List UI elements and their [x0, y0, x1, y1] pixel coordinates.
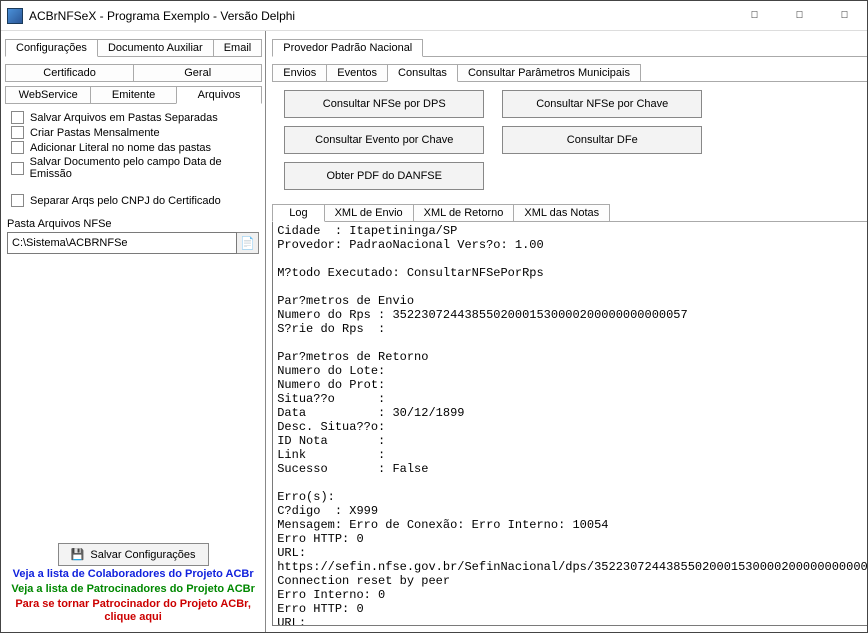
window-title: ACBrNFSeX - Programa Exemplo - Versão De… [29, 9, 732, 23]
action-row-2: Consultar Evento por Chave Consultar DFe [284, 126, 867, 154]
left-pane: Configurações Documento Auxiliar Email C… [1, 31, 266, 632]
tab-eventos[interactable]: Eventos [326, 64, 388, 82]
tab-webservice[interactable]: WebService [5, 86, 91, 104]
tab-doc-auxiliar[interactable]: Documento Auxiliar [97, 39, 214, 57]
save-icon: 💾 [71, 548, 85, 561]
btn-consultar-nfse-chave[interactable]: Consultar NFSe por Chave [502, 90, 702, 118]
left-tabs-row1: Configurações Documento Auxiliar Email [5, 35, 261, 57]
provider-tabstrip: Provedor Padrão Nacional [272, 35, 867, 57]
chk-pastas-separadas[interactable]: Salvar Arquivos em Pastas Separadas [7, 111, 259, 124]
save-label: Salvar Configurações [90, 549, 195, 561]
chk-separar-cnpj[interactable]: Separar Arqs pelo CNPJ do Certificado [7, 194, 259, 207]
tab-geral[interactable]: Geral [133, 64, 262, 82]
provider-subtabs: Envios Eventos Consultas Consultar Parâm… [272, 60, 867, 82]
tab-xml-notas[interactable]: XML das Notas [513, 204, 610, 222]
left-tabs-row3: WebService Emitente Arquivos [5, 82, 261, 104]
tab-certificado[interactable]: Certificado [5, 64, 134, 82]
link-colaboradores[interactable]: Veja a lista de Colaboradores do Projeto… [13, 568, 254, 581]
arquivos-panel: Salvar Arquivos em Pastas Separadas Cria… [5, 104, 261, 628]
tab-arquivos[interactable]: Arquivos [176, 86, 262, 104]
pasta-row: 📄 [7, 232, 259, 254]
chk-pastas-mensalmente[interactable]: Criar Pastas Mensalmente [7, 126, 259, 139]
right-pane: Provedor Padrão Nacional Envios Eventos … [266, 31, 867, 632]
body: Configurações Documento Auxiliar Email C… [1, 31, 867, 632]
app-icon [7, 8, 23, 24]
chk-label: Separar Arqs pelo CNPJ do Certificado [30, 195, 221, 207]
chk-label: Salvar Arquivos em Pastas Separadas [30, 112, 218, 124]
tab-log[interactable]: Log [272, 204, 324, 222]
left-footer: 💾 Salvar Configurações Veja a lista de C… [7, 539, 259, 626]
chk-adicionar-literal[interactable]: Adicionar Literal no nome das pastas [7, 141, 259, 154]
left-tabs-row2: Certificado Geral [5, 60, 261, 82]
btn-obter-pdf-danfse[interactable]: Obter PDF do DANFSE [284, 162, 484, 190]
pasta-input[interactable] [7, 232, 237, 254]
tab-configuracoes[interactable]: Configurações [5, 39, 98, 57]
pasta-label: Pasta Arquivos NFSe [7, 218, 259, 230]
log-tabs: Log XML de Envio XML de Retorno XML das … [272, 200, 867, 222]
checkbox-icon [11, 126, 24, 139]
tab-xml-envio[interactable]: XML de Envio [324, 204, 414, 222]
chk-label: Salvar Documento pelo campo Data de Emis… [30, 156, 260, 180]
checkbox-icon [11, 141, 24, 154]
checkbox-icon [11, 162, 24, 175]
folder-open-icon: 📄 [240, 236, 255, 250]
action-row-3: Obter PDF do DANFSE [284, 162, 867, 190]
close-button[interactable]:  [822, 1, 867, 30]
maximize-button[interactable]:  [777, 1, 822, 30]
chk-data-emissao[interactable]: Salvar Documento pelo campo Data de Emis… [7, 156, 259, 180]
link-patrocinadores[interactable]: Veja a lista de Patrocinadores do Projet… [11, 583, 255, 596]
minimize-button[interactable]:  [732, 1, 777, 30]
tab-consultas[interactable]: Consultas [387, 64, 458, 82]
link-tornar-patrocinador[interactable]: Para se tornar Patrocinador do Projeto A… [15, 598, 251, 624]
tab-parametros-municipais[interactable]: Consultar Parâmetros Municipais [457, 64, 641, 82]
tab-xml-retorno[interactable]: XML de Retorno [413, 204, 515, 222]
tab-emitente[interactable]: Emitente [90, 86, 176, 104]
checkbox-icon [11, 111, 24, 124]
checkbox-icon [11, 194, 24, 207]
pasta-browse-button[interactable]: 📄 [237, 232, 259, 254]
tab-provedor[interactable]: Provedor Padrão Nacional [272, 39, 423, 57]
btn-consultar-nfse-dps[interactable]: Consultar NFSe por DPS [284, 90, 484, 118]
chk-label: Criar Pastas Mensalmente [30, 127, 160, 139]
action-row-1: Consultar NFSe por DPS Consultar NFSe po… [284, 90, 867, 118]
btn-consultar-evento-chave[interactable]: Consultar Evento por Chave [284, 126, 484, 154]
log-area: Log XML de Envio XML de Retorno XML das … [272, 200, 867, 626]
titlebar: ACBrNFSeX - Programa Exemplo - Versão De… [1, 1, 867, 31]
tab-email[interactable]: Email [213, 39, 263, 57]
main-window: ACBrNFSeX - Programa Exemplo - Versão De… [0, 0, 868, 633]
tab-envios[interactable]: Envios [272, 64, 327, 82]
btn-consultar-dfe[interactable]: Consultar DFe [502, 126, 702, 154]
log-memo[interactable]: Cidade : Itapetininga/SP Provedor: Padra… [272, 221, 867, 626]
chk-label: Adicionar Literal no nome das pastas [30, 142, 211, 154]
save-config-button[interactable]: 💾 Salvar Configurações [58, 543, 209, 566]
